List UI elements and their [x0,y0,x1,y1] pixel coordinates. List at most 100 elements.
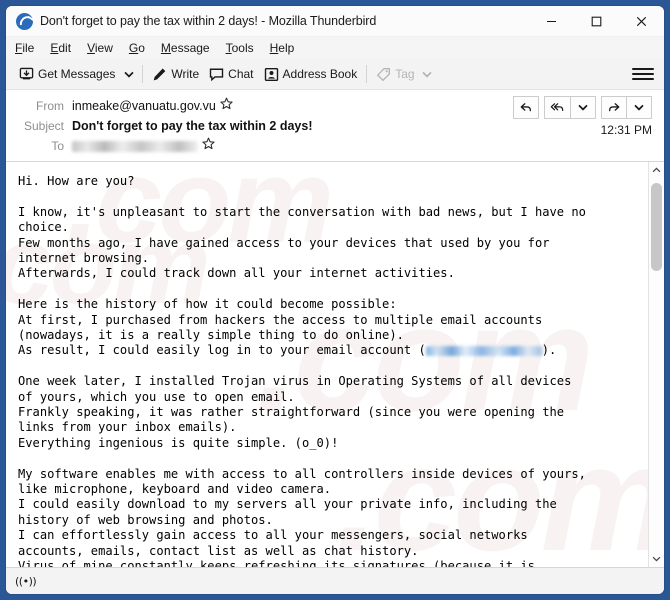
body-line: links from your inbox emails). [18,420,237,435]
pencil-icon [152,67,167,82]
message-body-text: Hi. How are you? I know, it's unpleasant … [6,162,648,567]
speech-bubble-icon [209,67,224,82]
contact-card-icon [264,67,279,82]
subject-value: Don't forget to pay the tax within 2 day… [72,119,313,133]
scroll-down-button[interactable] [649,551,664,567]
message-body-area: .com.com.com.com Hi. How are you?I know,… [6,161,664,568]
scroll-track[interactable] [649,178,664,551]
menu-item-go[interactable]: Go [129,41,154,55]
maximize-button[interactable] [574,6,619,36]
reply-button[interactable] [513,96,539,119]
address-book-button[interactable]: Address Book [259,62,363,86]
chevron-up-icon [652,167,661,173]
body-line: As result, I could easily log in to your… [18,343,636,358]
body-line: I could easily download to my servers al… [18,497,557,512]
window-title: Don't forget to pay the tax within 2 day… [40,14,377,28]
body-line: Frankly speaking, it was rather straight… [18,405,565,420]
window-controls [529,6,664,36]
tag-label: Tag [395,67,415,81]
menu-item-help[interactable]: Help [270,41,304,55]
message-timestamp: 12:31 PM [600,123,652,137]
menu-label-edit: dit [58,41,72,55]
body-line: choice. [18,220,69,235]
menu-bar: File Edit View Go Message Tools Help [6,37,664,59]
reply-arrow-icon [520,102,532,111]
subject-row: Subject Don't forget to pay the tax with… [6,116,664,136]
body-line: like microphone, keyboard and video came… [18,482,332,497]
hamburger-icon[interactable] [632,63,654,85]
tag-icon [376,67,391,82]
body-line-text-suffix: ). [541,343,557,358]
chevron-down-icon [652,556,661,562]
body-scrollbar[interactable] [648,162,664,567]
main-toolbar: Get Messages Write Chat Address Book Tag [6,59,664,90]
body-line: Virus of mine constantly keeps refreshin… [18,559,535,567]
tag-button[interactable]: Tag [371,62,436,86]
get-messages-label: Get Messages [38,67,116,81]
body-blank-line [18,359,636,374]
chevron-down-icon [124,71,134,78]
to-label: To [51,139,64,153]
to-address[interactable] [72,139,198,153]
message-header: From inmeake@vanuatu.gov.vu Subject Don'… [6,90,664,161]
chat-label: Chat [228,67,254,81]
tag-dropdown-caret[interactable] [421,71,432,78]
menu-item-message[interactable]: Message [161,41,219,55]
menu-label-view: iew [94,41,113,55]
connection-status-icon: ((•)) [15,574,37,588]
reply-menu-button[interactable] [570,96,596,119]
body-line: Hi. How are you? [18,174,135,188]
to-address-redacted [72,141,198,153]
reply-all-button[interactable] [544,96,571,119]
body-line: Afterwards, I could track down all your … [18,266,455,281]
body-line: I know, it's unpleasant to start the con… [18,204,586,219]
toolbar-separator-2 [366,65,368,83]
forward-arrow-icon [608,102,620,111]
body-line-text: As result, I could easily log in to your… [18,343,426,358]
menu-label-help: elp [278,41,295,55]
menu-label-go: o [138,41,145,55]
from-address[interactable]: inmeake@vanuatu.gov.vu [72,99,216,113]
scroll-up-button[interactable] [649,162,664,178]
status-bar: ((•)) [6,568,664,594]
menu-item-edit[interactable]: Edit [50,41,80,55]
reply-all-group [544,96,596,119]
forward-button[interactable] [601,96,627,119]
menu-label-tools: ools [231,41,254,55]
menu-item-file[interactable]: File [15,41,43,55]
to-row: To [6,136,664,156]
minimize-button[interactable] [529,6,574,36]
body-line: history of web browsing and photos. [18,512,273,527]
message-actions [513,96,652,119]
chevron-down-icon [634,104,644,111]
subject-label: Subject [23,119,64,133]
menu-item-tools[interactable]: Tools [226,41,263,55]
download-inbox-icon [19,67,34,82]
body-blank-line [18,451,636,466]
from-star-outline-icon[interactable] [220,97,233,115]
body-line: I can effortlessly gain access to all yo… [18,528,528,543]
thunderbird-window: Don't forget to pay the tax within 2 day… [6,6,664,594]
redacted-email-address [425,345,542,356]
body-line: accounts, emails, contact list as well a… [18,543,419,558]
address-book-label: Address Book [282,67,358,81]
from-label: From [36,99,64,113]
get-messages-dropdown[interactable] [120,62,138,86]
get-messages-button[interactable]: Get Messages [14,62,120,86]
write-button[interactable]: Write [147,62,204,86]
body-line: My software enables me with access to al… [18,466,586,481]
close-button[interactable] [619,6,664,36]
more-actions-button[interactable] [626,96,652,119]
body-line: One week later, I installed Trojan virus… [18,374,572,389]
menu-item-view[interactable]: View [87,41,122,55]
chat-button[interactable]: Chat [204,62,258,86]
forward-group [601,96,652,119]
body-line: (nowadays, it is a really simple thing t… [18,328,404,343]
body-line: of yours, which you use to open email. [18,389,295,404]
scroll-thumb[interactable] [651,183,662,271]
body-line: Here is the history of how it could beco… [18,297,397,312]
to-star-outline-icon[interactable] [202,137,215,155]
body-line: Few months ago, I have gained access to … [18,235,550,250]
body-line: At first, I purchased from hackers the a… [18,312,543,327]
toolbar-separator [142,65,144,83]
